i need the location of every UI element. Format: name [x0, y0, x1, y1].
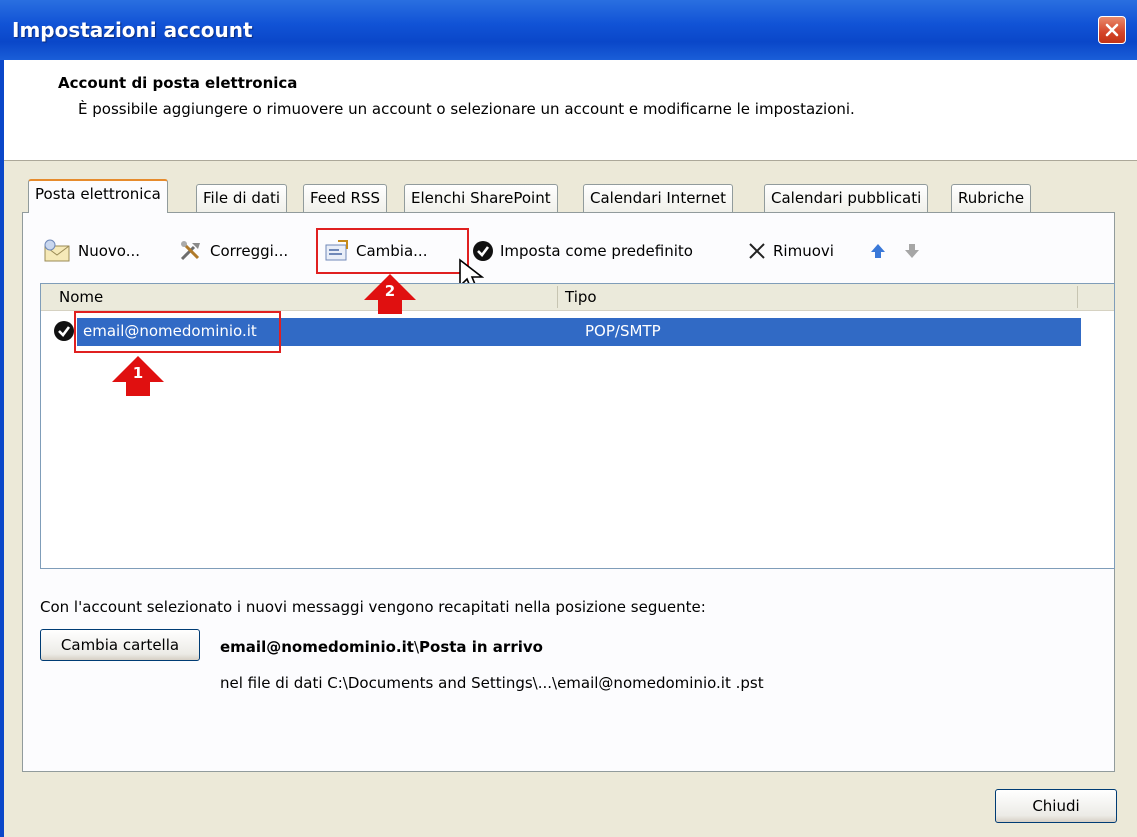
delivery-folder-name: Posta in arrivo — [419, 638, 543, 656]
delivery-folder-account: email@nomedominio.it — [220, 638, 414, 656]
tab-calendari-pubblicati[interactable]: Calendari pubblicati — [764, 184, 929, 212]
change-folder-button[interactable]: Cambia cartella — [40, 629, 200, 661]
set-default-label: Imposta come predefinito — [500, 242, 693, 260]
remove-account-label: Rimuovi — [773, 242, 834, 260]
new-account-label: Nuovo... — [78, 242, 140, 260]
move-down-button[interactable] — [902, 236, 922, 266]
title-bar[interactable]: Impostazioni account — [0, 0, 1137, 60]
annotation-arrow-2-icon: 2 — [364, 274, 416, 314]
annotation-marker-1: 1 — [133, 364, 143, 382]
default-account-check-icon — [54, 321, 74, 341]
header-description: È possibile aggiungere o rimuovere un ac… — [78, 100, 855, 118]
window-border — [0, 60, 4, 837]
column-header-nome[interactable]: Nome — [59, 288, 103, 306]
delivery-data-file: nel file di dati C:\Documents and Settin… — [220, 674, 764, 692]
remove-icon — [749, 243, 765, 259]
column-header-tipo[interactable]: Tipo — [565, 288, 597, 306]
tab-elenchi-sharepoint[interactable]: Elenchi SharePoint — [404, 184, 558, 212]
dialog-header: Account di posta elettronica È possibile… — [4, 60, 1137, 161]
window-title: Impostazioni account — [12, 18, 253, 42]
account-type: POP/SMTP — [585, 322, 661, 340]
account-settings-dialog: Impostazioni account Account di posta el… — [0, 0, 1137, 837]
list-header: Nome Tipo — [41, 284, 1114, 311]
column-divider[interactable] — [1077, 286, 1078, 308]
move-up-button[interactable] — [868, 236, 888, 266]
remove-account-button[interactable]: Rimuovi — [747, 236, 834, 266]
tab-file-di-dati[interactable]: File di dati — [196, 184, 288, 212]
tab-calendari-internet[interactable]: Calendari Internet — [583, 184, 733, 212]
highlight-account-row — [74, 311, 281, 353]
tools-icon — [180, 241, 200, 261]
delivery-description: Con l'account selezionato i nuovi messag… — [40, 598, 706, 616]
new-account-button[interactable]: Nuovo... — [42, 236, 140, 266]
annotation-marker-2: 2 — [385, 282, 395, 300]
set-default-button[interactable]: Imposta come predefinito — [472, 236, 693, 266]
repair-account-button[interactable]: Correggi... — [178, 236, 288, 266]
annotation-arrow-1-icon: 1 — [112, 356, 164, 396]
column-divider[interactable] — [557, 286, 558, 308]
tab-feed-rss[interactable]: Feed RSS — [303, 184, 388, 212]
delivery-folder: email@nomedominio.it\Posta in arrivo — [220, 638, 543, 656]
header-title: Account di posta elettronica — [58, 74, 298, 92]
close-dialog-button[interactable]: Chiudi — [995, 789, 1117, 823]
highlight-change-button — [316, 228, 469, 274]
tab-posta-elettronica[interactable]: Posta elettronica — [28, 179, 168, 213]
arrow-up-icon — [871, 244, 885, 258]
arrow-down-icon — [905, 244, 919, 258]
new-mail-icon — [44, 239, 70, 262]
repair-account-label: Correggi... — [210, 242, 289, 260]
close-icon[interactable] — [1098, 16, 1126, 44]
tab-rubriche[interactable]: Rubriche — [951, 184, 1032, 212]
